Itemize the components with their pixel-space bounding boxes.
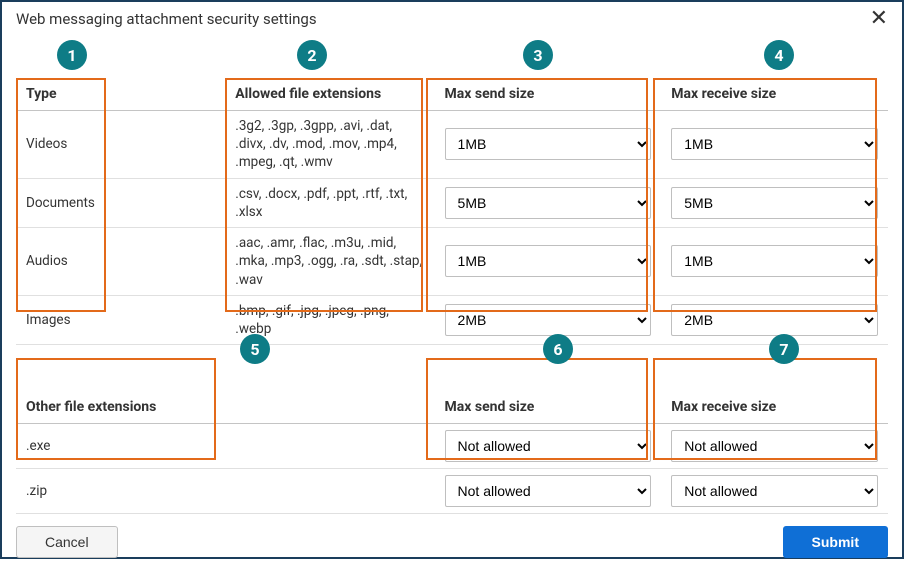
max-send-select[interactable]: 5MB — [445, 187, 652, 219]
cell-extensions: .3g2, .3gp, .3gpp, .avi, .dat, .divx, .d… — [225, 111, 434, 179]
max-send-select[interactable]: 1MB — [445, 128, 652, 160]
table-row: Images .bmp, .gif, .jpg, .jpeg, .png, .w… — [16, 295, 888, 344]
annotation-badge-7: 7 — [769, 334, 799, 364]
table-row: Audios .aac, .amr, .flac, .m3u, .mid, .m… — [16, 228, 888, 296]
annotation-badge-6: 6 — [543, 334, 573, 364]
annotation-badge-1: 1 — [57, 40, 87, 70]
col-header-max-receive: Max receive size — [661, 78, 888, 111]
cell-type: Documents — [16, 178, 225, 227]
dialog-footer: Cancel Submit — [2, 514, 902, 572]
dialog-title: Web messaging attachment security settin… — [16, 10, 317, 28]
cancel-button[interactable]: Cancel — [16, 526, 118, 558]
col-header-type: Type — [16, 78, 225, 111]
max-send-select[interactable]: 1MB — [445, 245, 652, 277]
dialog-content: 1 2 3 4 5 6 7 Type Allowed file extensio… — [2, 34, 902, 514]
table-row: Videos .3g2, .3gp, .3gpp, .avi, .dat, .d… — [16, 111, 888, 179]
col-header-other-extensions: Other file extensions — [16, 391, 435, 424]
cell-extensions: .aac, .amr, .flac, .m3u, .mid, .mka, .mp… — [225, 228, 434, 296]
submit-button[interactable]: Submit — [783, 526, 888, 558]
annotation-badge-2: 2 — [297, 40, 327, 70]
dialog-root: Web messaging attachment security settin… — [0, 0, 904, 559]
other-max-receive-select[interactable]: Not allowed — [671, 430, 878, 462]
col-header-other-max-send: Max send size — [435, 391, 662, 424]
max-send-select[interactable]: 2MB — [445, 304, 652, 336]
col-header-other-max-receive: Max receive size — [661, 391, 888, 424]
cell-other-ext: .zip — [16, 469, 435, 514]
cell-type: Videos — [16, 111, 225, 179]
other-max-receive-select[interactable]: Not allowed — [671, 475, 878, 507]
table-row: Documents .csv, .docx, .pdf, .ppt, .rtf,… — [16, 178, 888, 227]
cell-other-ext: .exe — [16, 424, 435, 469]
max-receive-select[interactable]: 1MB — [671, 128, 878, 160]
cell-extensions: .csv, .docx, .pdf, .ppt, .rtf, .txt, .xl… — [225, 178, 434, 227]
other-extensions-table: Other file extensions Max send size Max … — [16, 391, 888, 514]
max-receive-select[interactable]: 5MB — [671, 187, 878, 219]
col-header-max-send: Max send size — [435, 78, 662, 111]
file-types-table: Type Allowed file extensions Max send si… — [16, 78, 888, 345]
table-row: .zip Not allowed Not allowed — [16, 469, 888, 514]
dialog-header: Web messaging attachment security settin… — [2, 2, 902, 34]
other-max-send-select[interactable]: Not allowed — [445, 430, 652, 462]
cell-type: Audios — [16, 228, 225, 296]
annotation-badge-3: 3 — [523, 40, 553, 70]
other-max-send-select[interactable]: Not allowed — [445, 475, 652, 507]
close-icon[interactable]: ✕ — [870, 8, 888, 30]
annotation-badge-5: 5 — [240, 334, 270, 364]
max-receive-select[interactable]: 2MB — [671, 304, 878, 336]
table-row: .exe Not allowed Not allowed — [16, 424, 888, 469]
cell-type: Images — [16, 295, 225, 344]
max-receive-select[interactable]: 1MB — [671, 245, 878, 277]
annotation-badge-4: 4 — [764, 40, 794, 70]
col-header-extensions: Allowed file extensions — [225, 78, 434, 111]
